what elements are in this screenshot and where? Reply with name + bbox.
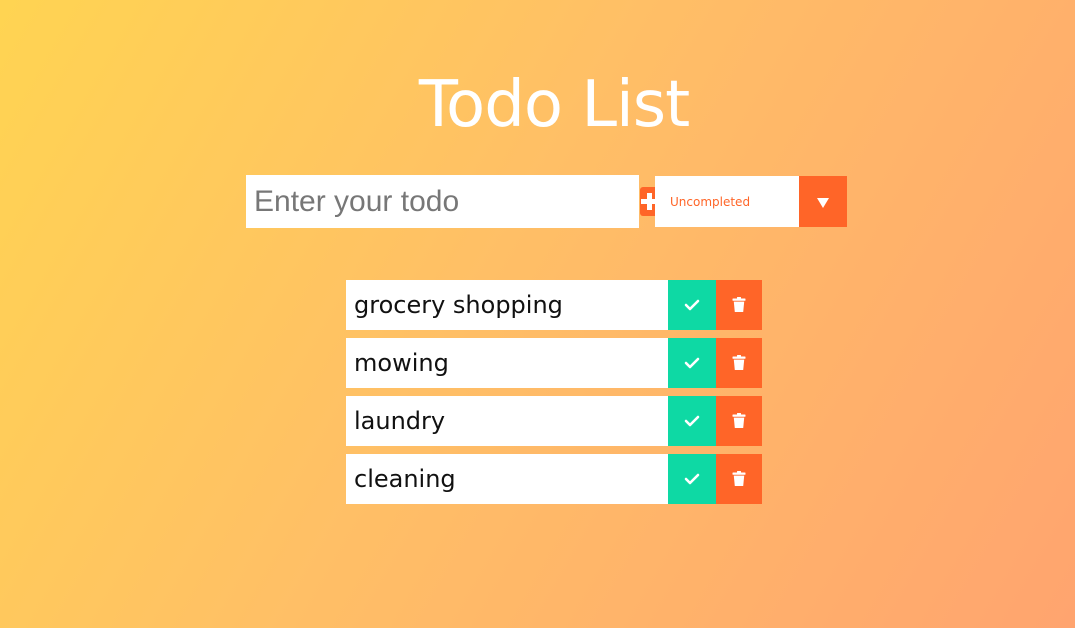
check-icon (684, 357, 700, 369)
trash-icon (732, 355, 746, 370)
todo-item: grocery shopping (346, 280, 762, 330)
delete-button[interactable] (716, 280, 762, 330)
check-icon (684, 473, 700, 485)
todo-text: grocery shopping (346, 280, 668, 330)
complete-button[interactable] (668, 396, 716, 446)
trash-icon (732, 297, 746, 312)
todo-text: cleaning (346, 454, 668, 504)
todo-item: mowing (346, 338, 762, 388)
check-icon (684, 415, 700, 427)
complete-button[interactable] (668, 280, 716, 330)
filter-dropdown-button[interactable] (799, 176, 847, 227)
caret-down-icon (817, 197, 829, 208)
filter-select[interactable]: Uncompleted (655, 176, 847, 227)
check-icon (684, 299, 700, 311)
page-title: Todo List (418, 67, 690, 142)
trash-icon (732, 471, 746, 486)
todo-item: cleaning (346, 454, 762, 504)
delete-button[interactable] (716, 338, 762, 388)
todo-input[interactable] (246, 175, 640, 228)
todo-item: laundry (346, 396, 762, 446)
delete-button[interactable] (716, 396, 762, 446)
delete-button[interactable] (716, 454, 762, 504)
todo-form (246, 175, 659, 228)
complete-button[interactable] (668, 454, 716, 504)
trash-icon (732, 413, 746, 428)
complete-button[interactable] (668, 338, 716, 388)
todo-text: mowing (346, 338, 668, 388)
todo-text: laundry (346, 396, 668, 446)
filter-selected-value: Uncompleted (670, 194, 751, 209)
todo-list: grocery shopping mowing laundry cleaning (346, 280, 762, 512)
